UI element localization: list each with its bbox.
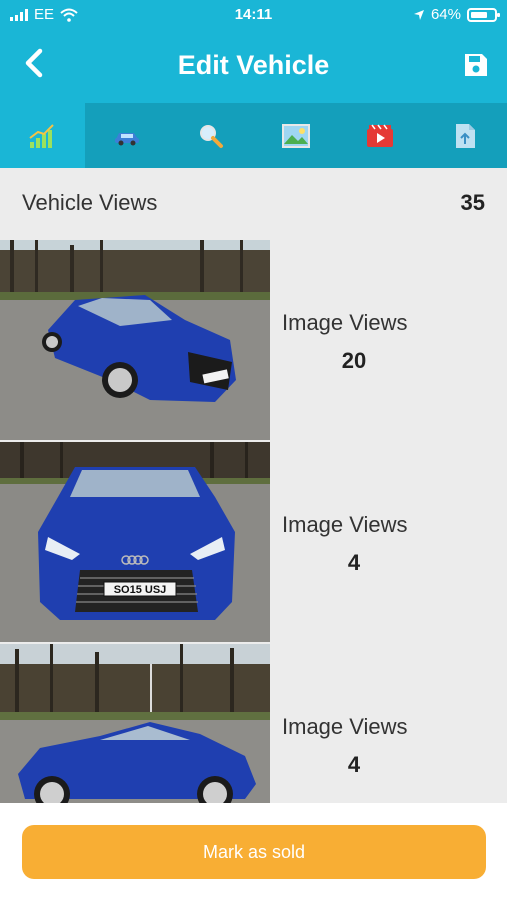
video-icon	[367, 124, 394, 147]
tab-images[interactable]	[254, 103, 339, 168]
tab-stats[interactable]	[0, 103, 85, 168]
image-views-count: 20	[341, 348, 367, 373]
vehicle-photo: SO15 USJ	[0, 442, 270, 642]
list-item[interactable]: Image Views 20	[0, 240, 507, 442]
vehicle-views-label: Vehicle Views	[22, 190, 158, 215]
image-list[interactable]: Image Views 20 SO15 USJ Image Views 4 Im…	[0, 240, 507, 803]
list-item[interactable]: SO15 USJ Image Views 4	[0, 442, 507, 644]
mark-as-sold-button[interactable]: Mark as sold	[22, 825, 486, 879]
image-icon	[281, 123, 310, 148]
image-views-label: Image Views	[282, 310, 408, 335]
footer-bar: Mark as sold	[0, 803, 507, 900]
location-icon	[413, 9, 424, 20]
page-title: Edit Vehicle	[177, 50, 330, 80]
image-views-count: 4	[347, 752, 361, 777]
vehicle-photo	[0, 644, 270, 803]
tab-upload[interactable]	[423, 103, 507, 168]
tab-bar	[0, 103, 507, 168]
save-icon	[465, 54, 487, 76]
image-views-label: Image Views	[282, 714, 408, 739]
image-views-label: Image Views	[282, 512, 408, 537]
vehicle-photo	[0, 240, 270, 440]
app-header: EE 14:11 64% Edit Vehicle	[0, 0, 507, 103]
save-button[interactable]	[463, 52, 489, 78]
tab-search[interactable]	[169, 103, 254, 168]
car-icon	[114, 132, 139, 145]
image-views-count: 4	[347, 550, 361, 575]
vehicle-views-count: 35	[460, 190, 485, 215]
stats-chart-icon	[29, 123, 54, 148]
battery-icon	[467, 7, 500, 22]
upload-icon	[455, 123, 475, 148]
search-icon	[200, 124, 224, 148]
battery-percent: 64%	[430, 6, 461, 23]
tab-vehicle[interactable]	[85, 103, 170, 168]
list-item[interactable]: Image Views 4	[0, 644, 507, 803]
vehicle-views-row: Vehicle Views 35	[0, 168, 507, 240]
tab-video[interactable]	[338, 103, 423, 168]
license-plate-text: SO15 USJ	[114, 584, 167, 596]
status-bar: EE 14:11 64%	[0, 0, 507, 30]
